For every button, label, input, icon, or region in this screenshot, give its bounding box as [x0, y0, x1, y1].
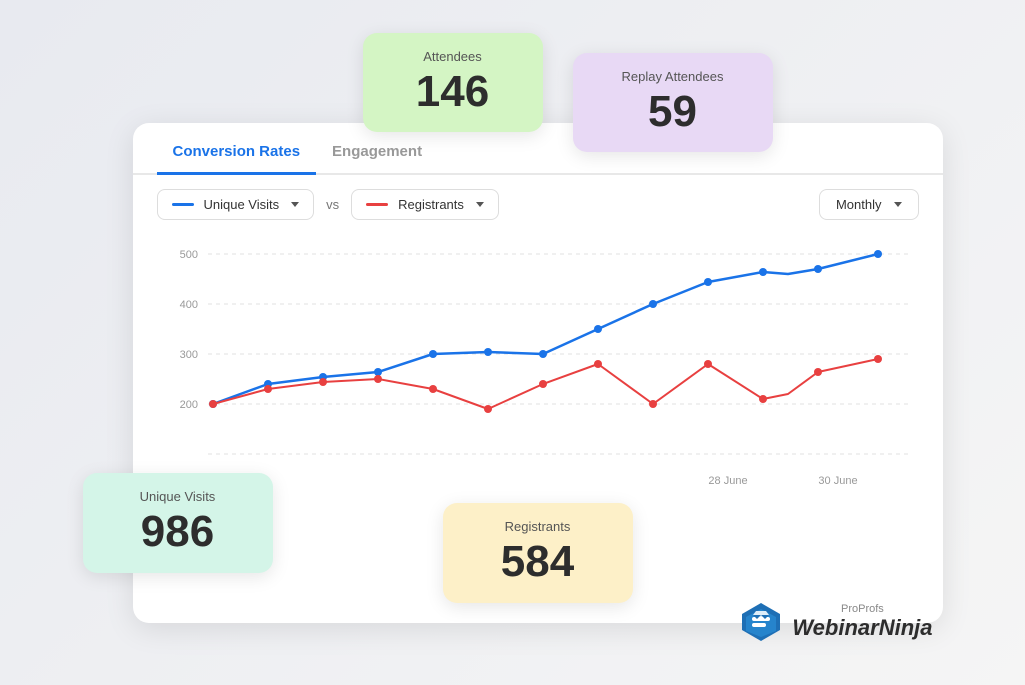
registrants-card: Registrants 584 [443, 503, 633, 602]
metric2-label: Registrants [398, 197, 464, 212]
tab-engagement[interactable]: Engagement [316, 131, 438, 175]
period-label: Monthly [836, 197, 882, 212]
replay-label: Replay Attendees [597, 69, 749, 84]
metric1-line-icon [172, 203, 194, 206]
attendees-card: Attendees 146 [363, 33, 543, 132]
svg-text:500: 500 [179, 249, 197, 261]
metric1-label: Unique Visits [204, 197, 280, 212]
replay-value: 59 [597, 88, 749, 136]
attendees-label: Attendees [387, 49, 519, 64]
svg-text:30 June: 30 June [818, 475, 857, 487]
controls-row: Unique Visits vs Registrants Monthly [133, 175, 943, 234]
metric1-dropdown[interactable]: Unique Visits [157, 189, 315, 220]
logo-text-area: ProProfs WebinarNinja [792, 603, 932, 641]
main-container: Attendees 146 Replay Attendees 59 Conver… [63, 33, 963, 653]
svg-text:300: 300 [179, 349, 197, 361]
replay-card: Replay Attendees 59 [573, 53, 773, 152]
registrants-value: 584 [467, 538, 609, 586]
logo-area: ProProfs WebinarNinja [740, 601, 932, 643]
metric2-dropdown[interactable]: Registrants [351, 189, 499, 220]
attendees-value: 146 [387, 68, 519, 116]
webinarninja-logo-icon [740, 601, 782, 643]
vs-text: vs [326, 197, 339, 212]
period-dropdown[interactable]: Monthly [819, 189, 919, 220]
unique-visits-card: Unique Visits 986 [83, 473, 273, 572]
unique-label: Unique Visits [107, 489, 249, 504]
unique-value: 986 [107, 508, 249, 556]
svg-text:400: 400 [179, 299, 197, 311]
metric2-chevron-icon [476, 202, 484, 207]
metric2-line-icon [366, 203, 388, 206]
logo-brand: ProProfs [792, 603, 932, 615]
period-chevron-icon [894, 202, 902, 207]
logo-product: WebinarNinja [792, 615, 932, 641]
svg-text:28 June: 28 June [708, 475, 747, 487]
metric1-chevron-icon [291, 202, 299, 207]
tabs-bar: Conversion Rates Engagement [133, 131, 943, 175]
line-chart: 500 400 300 200 28 June 30 June [157, 234, 919, 494]
registrants-label: Registrants [467, 519, 609, 534]
tab-conversion-rates[interactable]: Conversion Rates [157, 131, 317, 175]
svg-text:200: 200 [179, 399, 197, 411]
